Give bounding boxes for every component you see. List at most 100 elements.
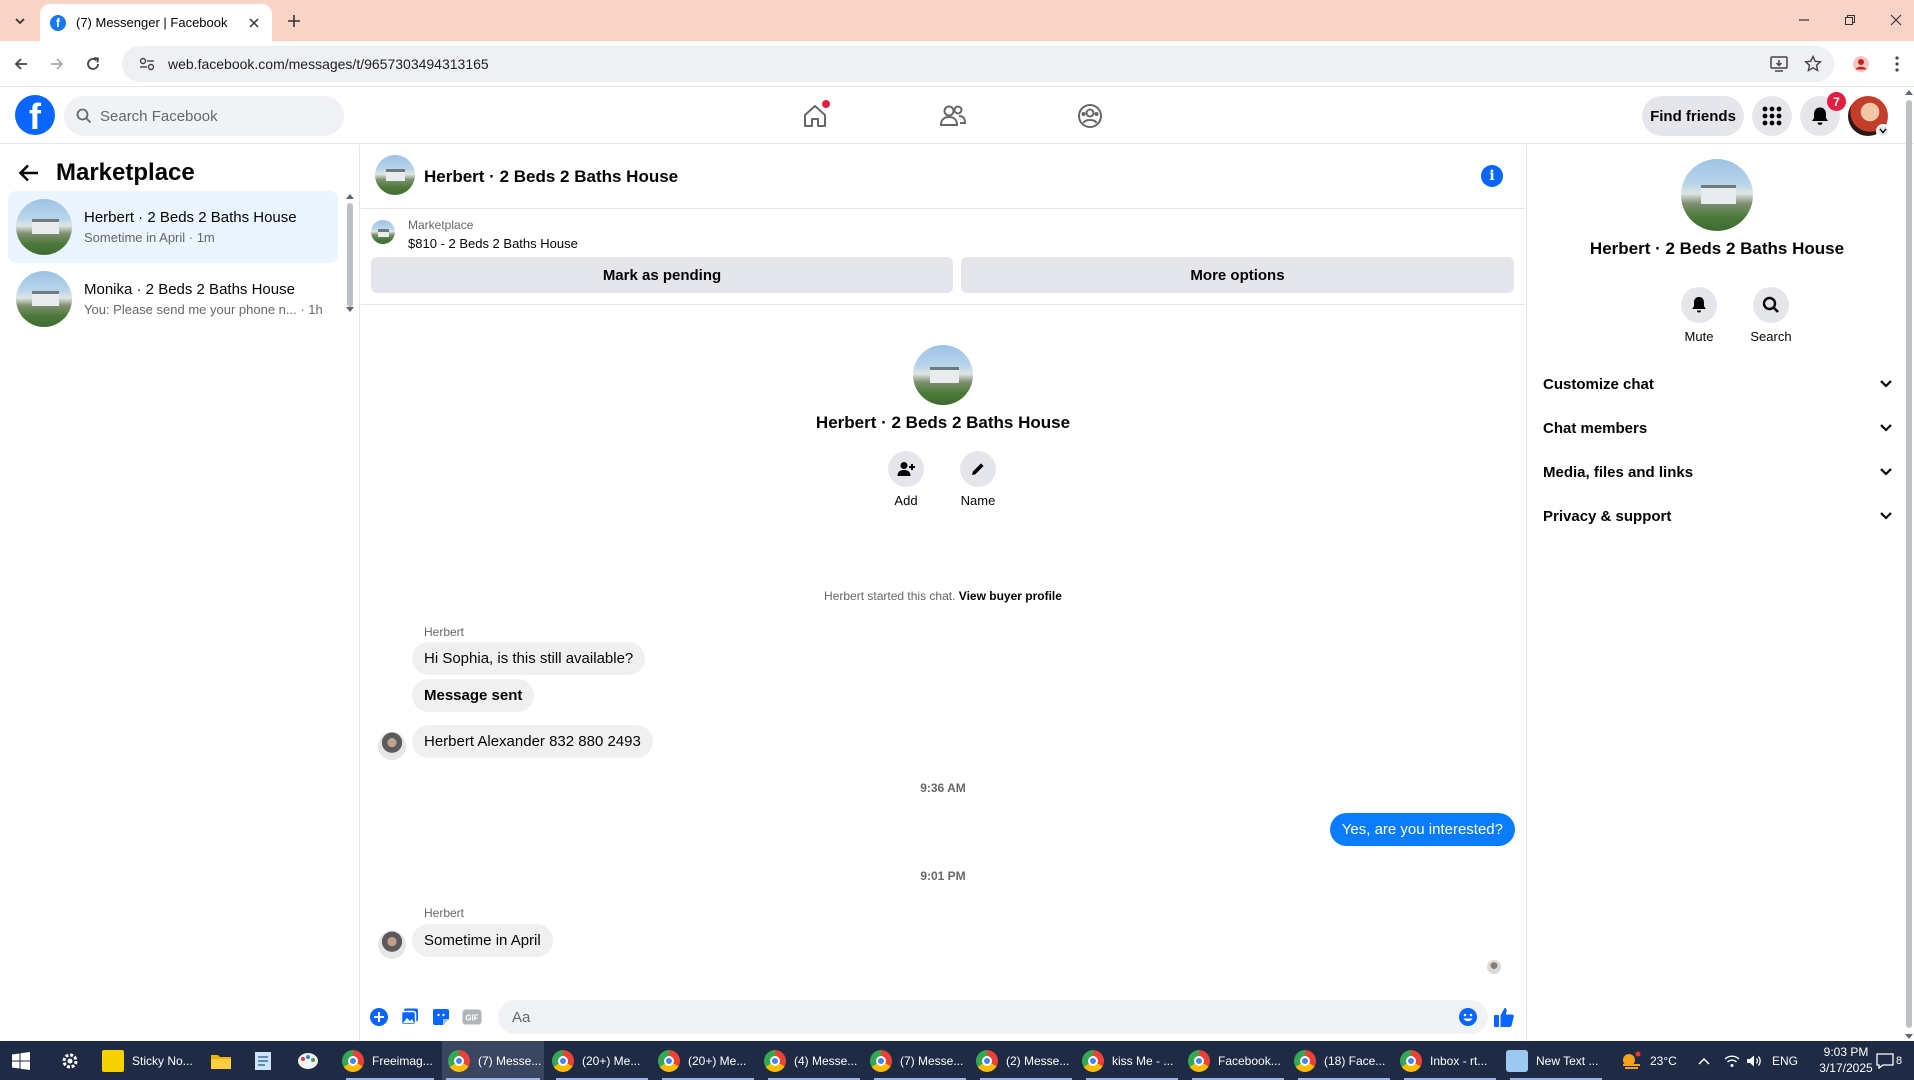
system-clock[interactable]: 9:03 PM 3/17/2025 bbox=[1806, 1044, 1886, 1076]
info-icon[interactable]: i bbox=[1481, 165, 1503, 187]
back-arrow-icon[interactable] bbox=[18, 163, 40, 183]
taskbar-item-chrome[interactable]: (20+) Me... bbox=[552, 1041, 652, 1080]
speaker-icon[interactable] bbox=[1746, 1041, 1762, 1080]
add-button[interactable]: Add bbox=[876, 451, 936, 508]
chat-title[interactable]: Herbert · 2 Beds 2 Baths House bbox=[424, 167, 678, 187]
home-icon[interactable] bbox=[797, 98, 833, 134]
view-buyer-profile-link[interactable]: View buyer profile bbox=[959, 589, 1062, 603]
chrome-profile-icon[interactable] bbox=[1848, 51, 1874, 77]
scrollbar-thumb[interactable] bbox=[347, 203, 353, 307]
intro-name: Herbert · 2 Beds 2 Baths House bbox=[815, 413, 1071, 432]
settings-gear-icon[interactable] bbox=[60, 1041, 84, 1080]
incoming-message-bubble[interactable]: Hi Sophia, is this still available? bbox=[412, 642, 646, 675]
facebook-search-input[interactable]: Search Facebook bbox=[64, 96, 344, 136]
wifi-icon[interactable] bbox=[1724, 1041, 1740, 1080]
page-scrollbar[interactable] bbox=[1904, 88, 1914, 1041]
menu-grid-icon[interactable] bbox=[1752, 96, 1792, 136]
minimize-icon[interactable] bbox=[1792, 8, 1816, 32]
taskbar-item-chrome[interactable]: (4) Messe... bbox=[764, 1041, 864, 1080]
browser-tab-active[interactable]: f (7) Messenger | Facebook bbox=[40, 4, 272, 41]
incoming-message-bubble[interactable]: Message sent bbox=[412, 679, 535, 712]
chrome-menu-icon[interactable] bbox=[1884, 51, 1910, 77]
taskbar-item-chrome[interactable]: Facebook... bbox=[1188, 1041, 1288, 1080]
taskbar-item-notepad[interactable]: New Text ... bbox=[1506, 1041, 1606, 1080]
chrome-icon bbox=[1082, 1049, 1104, 1072]
more-options-button[interactable]: More options bbox=[961, 257, 1514, 293]
facebook-logo-icon[interactable]: f bbox=[15, 95, 55, 135]
friends-icon[interactable] bbox=[935, 98, 971, 134]
intro-avatar bbox=[913, 345, 973, 405]
tab-search-chevron-icon[interactable] bbox=[8, 9, 32, 33]
mute-button[interactable]: Mute bbox=[1669, 287, 1729, 344]
scroll-up-arrow-icon[interactable] bbox=[1904, 88, 1914, 96]
taskbar-item-chrome[interactable]: (7) Messe... bbox=[870, 1041, 970, 1080]
taskbar-item-chrome[interactable]: (2) Messe... bbox=[976, 1041, 1076, 1080]
notification-center-icon[interactable]: 8 bbox=[1876, 1041, 1902, 1080]
outgoing-message-bubble[interactable]: Yes, are you interested? bbox=[1329, 813, 1515, 846]
mark-as-pending-button[interactable]: Mark as pending bbox=[371, 257, 953, 293]
close-window-icon[interactable] bbox=[1884, 8, 1908, 32]
photo-icon[interactable] bbox=[399, 1006, 421, 1028]
scroll-down-arrow-icon[interactable] bbox=[346, 307, 354, 313]
incoming-message-bubble[interactable]: Herbert Alexander 832 880 2493 bbox=[412, 725, 653, 758]
chat-members-section[interactable]: Chat members bbox=[1543, 410, 1893, 446]
bookmark-star-icon[interactable] bbox=[1800, 51, 1826, 77]
privacy-support-section[interactable]: Privacy & support bbox=[1543, 498, 1893, 534]
scrollbar-thumb[interactable] bbox=[1906, 100, 1912, 1028]
url-text: web.facebook.com/messages/t/965730349431… bbox=[168, 56, 489, 72]
tab-close-icon[interactable] bbox=[246, 15, 262, 31]
new-tab-plus-icon[interactable] bbox=[282, 9, 306, 33]
customize-chat-section[interactable]: Customize chat bbox=[1543, 366, 1893, 402]
message-input[interactable]: Aa bbox=[498, 1000, 1488, 1034]
notifications-bell-icon[interactable]: 7 bbox=[1800, 92, 1846, 136]
listing-title[interactable]: $810 - 2 Beds 2 Baths House bbox=[408, 236, 578, 251]
url-omnibox[interactable]: web.facebook.com/messages/t/965730349431… bbox=[122, 46, 1834, 82]
sender-avatar[interactable] bbox=[378, 732, 406, 760]
windows-start-icon[interactable] bbox=[12, 1041, 34, 1080]
thumbs-up-icon[interactable] bbox=[1491, 1004, 1517, 1030]
notepad-app-icon[interactable] bbox=[254, 1041, 278, 1080]
forward-arrow-icon[interactable] bbox=[44, 51, 70, 77]
install-app-icon[interactable] bbox=[1766, 51, 1792, 77]
details-avatar[interactable] bbox=[1681, 159, 1753, 231]
taskbar-item-chrome[interactable]: (20+) Me... bbox=[658, 1041, 758, 1080]
search-in-chat-button[interactable]: Search bbox=[1741, 287, 1801, 344]
taskbar-item-sticky-notes[interactable]: Sticky No... bbox=[102, 1041, 198, 1080]
language-indicator[interactable]: ENG bbox=[1772, 1041, 1798, 1080]
chrome-icon bbox=[448, 1049, 470, 1072]
show-hidden-icons-chevron-icon[interactable] bbox=[1698, 1041, 1710, 1080]
name-button[interactable]: Name bbox=[948, 451, 1008, 508]
taskbar-item-chrome[interactable]: Inbox - rt... bbox=[1400, 1041, 1500, 1080]
listing-thumbnail[interactable] bbox=[371, 220, 395, 244]
chat-avatar[interactable] bbox=[375, 155, 415, 195]
groups-icon[interactable] bbox=[1072, 98, 1108, 134]
media-files-links-section[interactable]: Media, files and links bbox=[1543, 454, 1893, 490]
paint-app-icon[interactable] bbox=[297, 1041, 321, 1080]
back-arrow-icon[interactable] bbox=[8, 51, 34, 77]
scroll-down-arrow-icon[interactable] bbox=[1904, 1033, 1914, 1041]
weather-widget[interactable]: 23°C bbox=[1620, 1041, 1677, 1080]
taskbar-item-chrome[interactable]: kiss Me - ... bbox=[1082, 1041, 1182, 1080]
site-settings-icon[interactable] bbox=[138, 55, 156, 73]
emoji-icon[interactable] bbox=[1458, 1007, 1478, 1027]
restore-icon[interactable] bbox=[1838, 8, 1862, 32]
file-explorer-icon[interactable] bbox=[210, 1041, 234, 1080]
conversation-list-scrollbar[interactable] bbox=[346, 193, 354, 313]
taskbar-item-chrome-active[interactable]: (7) Messe... bbox=[442, 1041, 544, 1080]
sender-avatar[interactable] bbox=[378, 931, 406, 959]
sticker-icon[interactable] bbox=[430, 1006, 452, 1028]
account-chevron-down-icon[interactable] bbox=[1876, 124, 1890, 138]
conversation-item[interactable]: Monika · 2 Beds 2 Baths House You: Pleas… bbox=[8, 263, 338, 335]
reload-icon[interactable] bbox=[80, 51, 106, 77]
taskbar-item-label: (4) Messe... bbox=[794, 1053, 858, 1068]
taskbar-item-chrome[interactable]: (18) Face... bbox=[1294, 1041, 1394, 1080]
gif-icon[interactable]: GIF bbox=[461, 1006, 483, 1028]
find-friends-button[interactable]: Find friends bbox=[1642, 96, 1744, 136]
incoming-message-bubble[interactable]: Sometime in April bbox=[412, 924, 553, 957]
sender-name: Herbert bbox=[424, 906, 465, 920]
facebook-header: f Search Facebook Find friends 7 bbox=[0, 88, 1914, 144]
conversation-item[interactable]: Herbert · 2 Beds 2 Baths House Sometime … bbox=[8, 191, 338, 263]
scroll-up-arrow-icon[interactable] bbox=[346, 193, 354, 199]
plus-circle-icon[interactable] bbox=[368, 1006, 390, 1028]
taskbar-item-chrome[interactable]: Freeimag... bbox=[342, 1041, 438, 1080]
